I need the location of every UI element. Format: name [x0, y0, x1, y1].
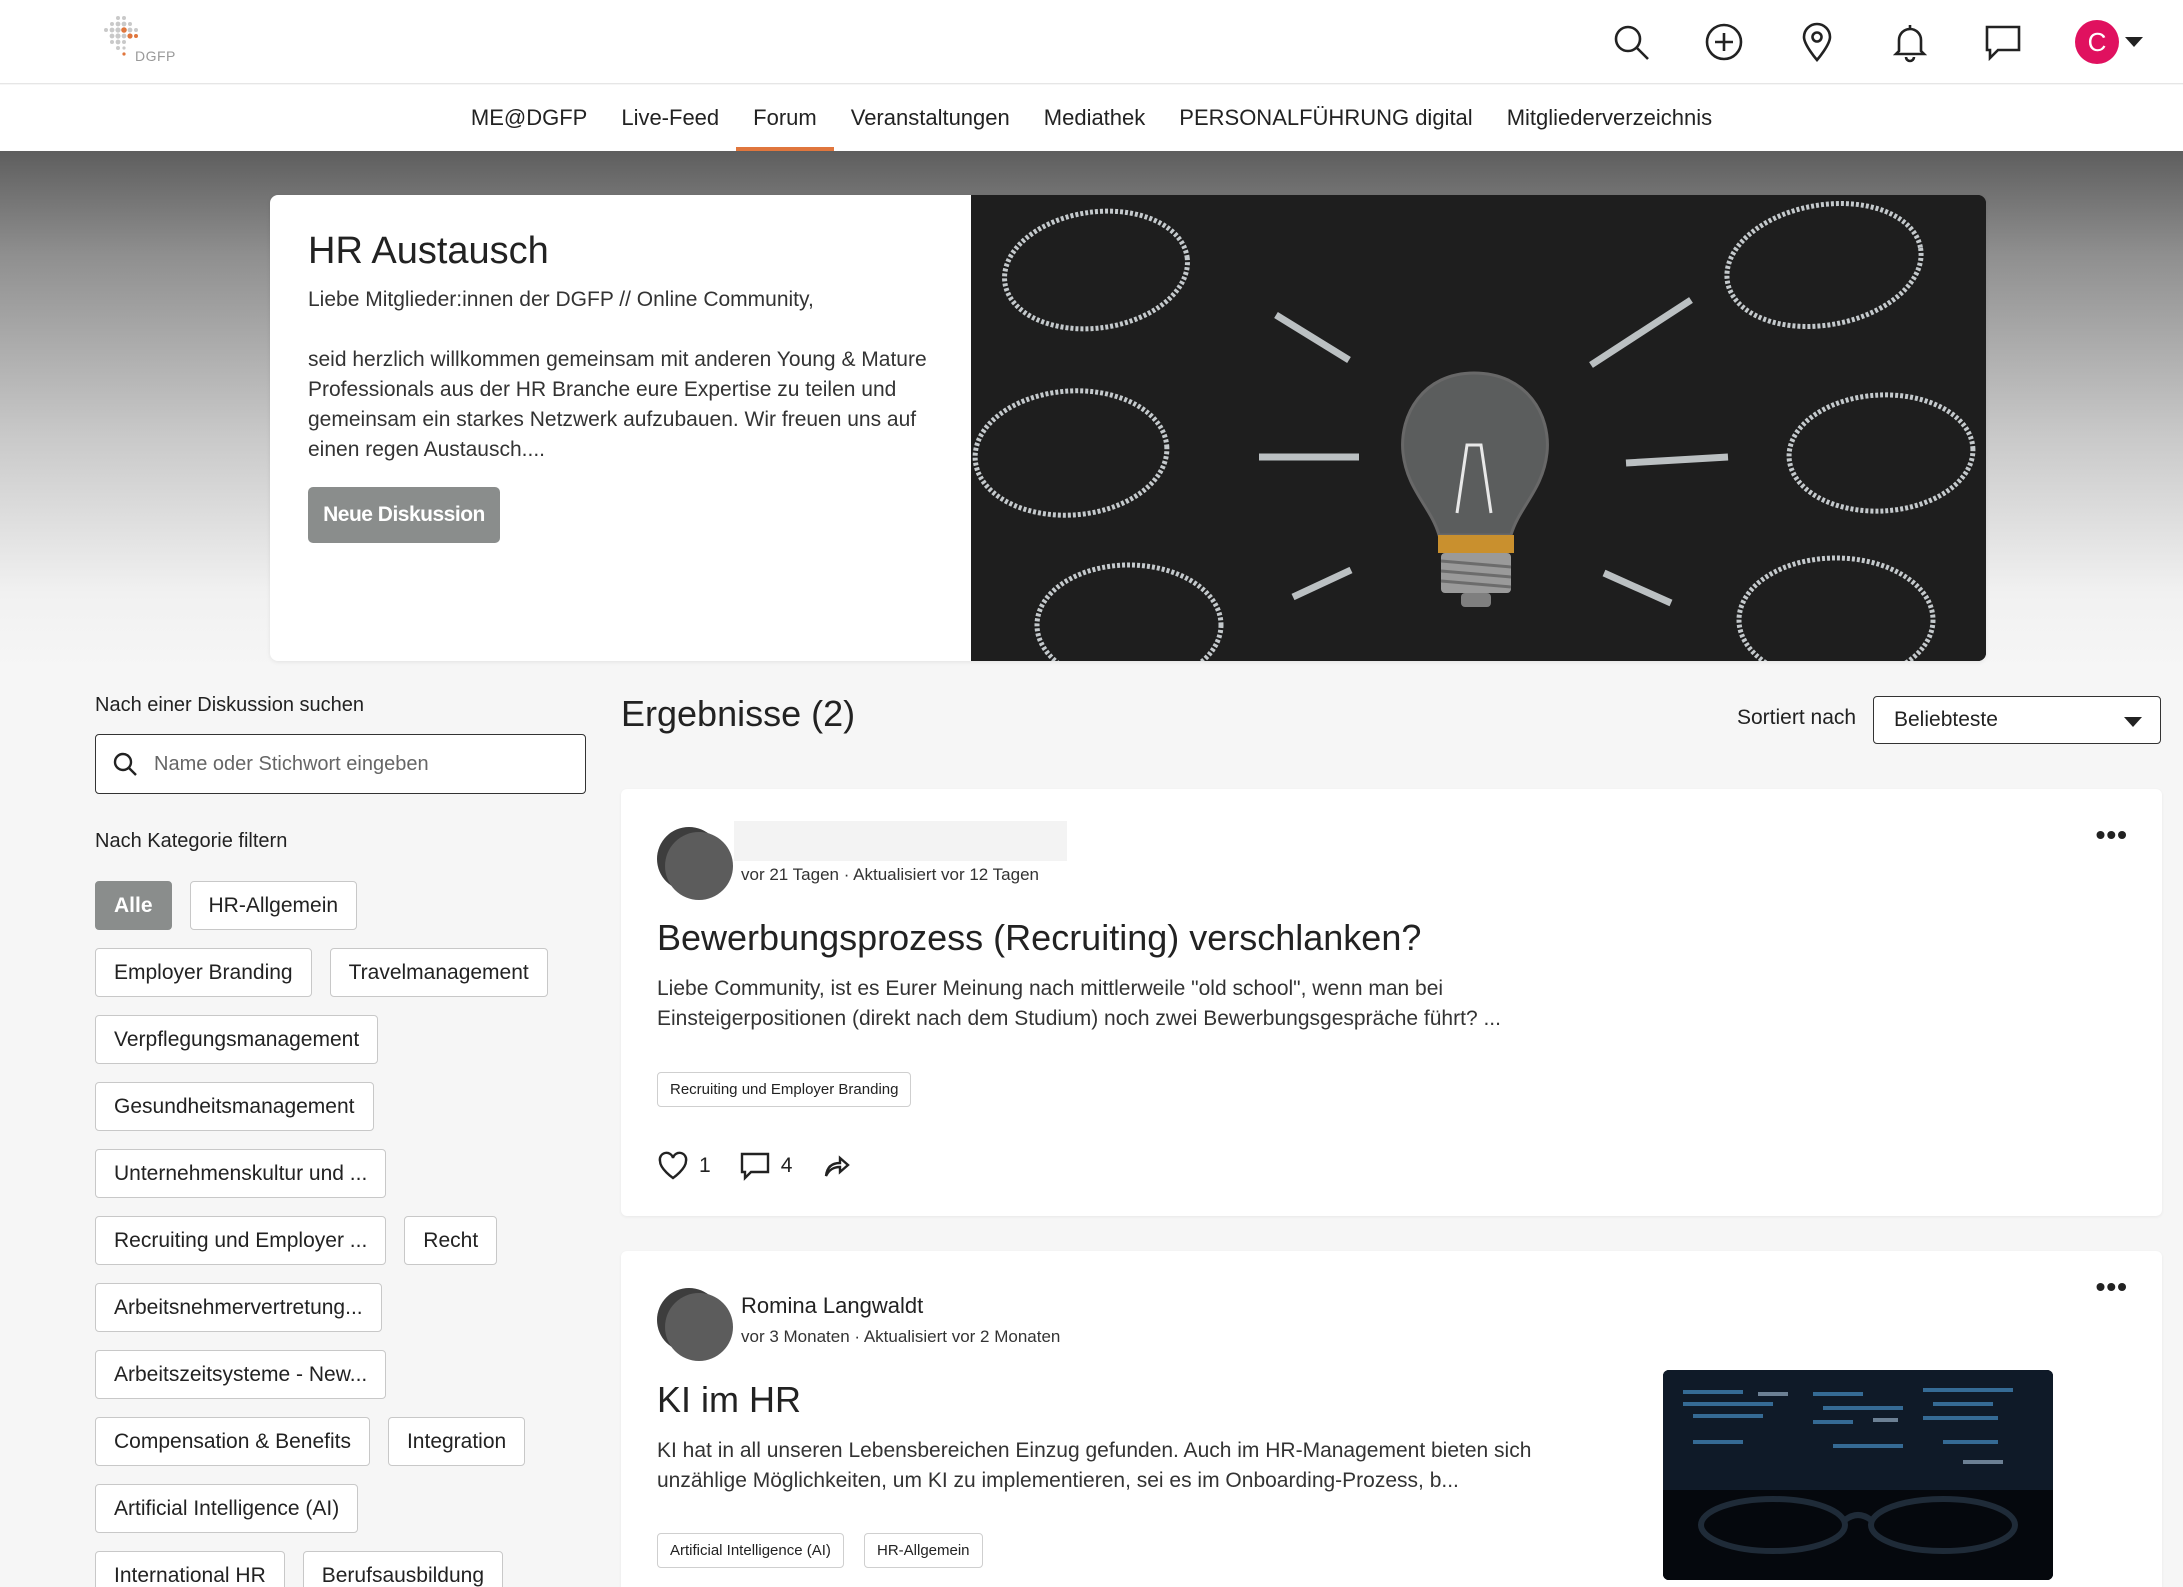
nav-item-mediathek[interactable]: Mediathek [1027, 85, 1163, 151]
sort-label: Sortiert nach [1737, 706, 1857, 729]
discussion-search[interactable] [95, 734, 586, 794]
post-tag[interactable]: HR-Allgemein [864, 1533, 983, 1568]
main-nav: ME@DGFP Live-Feed Forum Veranstaltungen … [0, 85, 2183, 151]
category-filter: Alle HR-Allgemein Employer Branding Trav… [95, 881, 595, 1587]
nav-item-personalfuehrung[interactable]: PERSONALFÜHRUNG digital [1162, 85, 1489, 151]
sort-value: Beliebteste [1894, 708, 1998, 731]
discussion-card[interactable]: vor 21 Tagen · Aktualisiert vor 12 Tagen… [621, 789, 2162, 1216]
chevron-down-icon[interactable] [2125, 37, 2143, 47]
search-icon [113, 752, 137, 776]
search-label: Nach einer Diskussion suchen [95, 694, 365, 716]
more-options-icon[interactable]: ••• [2096, 819, 2128, 851]
category-chip[interactable]: Unternehmenskultur und ... [95, 1149, 387, 1198]
top-bar: DGFP C [0, 0, 2183, 84]
like-button[interactable]: 1 [657, 1150, 711, 1182]
post-meta: vor 3 Monaten · Aktualisiert vor 2 Monat… [741, 1327, 1061, 1346]
category-chip[interactable]: Recruiting und Employer ... [95, 1216, 387, 1265]
new-discussion-button[interactable]: Neue Diskussion [308, 487, 500, 543]
category-chip[interactable]: Integration [387, 1417, 526, 1466]
hero-description: Liebe Mitglieder:innen der DGFP // Onlin… [308, 288, 927, 461]
share-icon [825, 1155, 851, 1177]
category-chip[interactable]: Berufsausbildung [302, 1551, 504, 1587]
nav-item-mitgliederverzeichnis[interactable]: Mitgliederverzeichnis [1490, 85, 1729, 151]
post-meta: vor 21 Tagen · Aktualisiert vor 12 Tagen [741, 865, 1039, 884]
comment-button[interactable]: 4 [739, 1150, 793, 1182]
avatar[interactable] [657, 1288, 733, 1361]
bell-icon[interactable] [1882, 14, 1938, 70]
author-name[interactable] [734, 821, 1067, 861]
category-chip[interactable]: Gesundheitsmanagement [95, 1082, 374, 1131]
post-actions: 1 4 [657, 1150, 880, 1182]
hero-text: HR Austausch Liebe Mitglieder:innen der … [308, 230, 948, 465]
author-name[interactable]: Romina Langwaldt [741, 1293, 923, 1319]
category-chip[interactable]: Recht [404, 1216, 498, 1265]
category-chip[interactable]: International HR [95, 1551, 285, 1587]
nav-item-forum[interactable]: Forum [736, 85, 834, 151]
category-chip[interactable]: Arbeitszeitsysteme - New... [95, 1350, 387, 1399]
post-excerpt: Liebe Community, ist es Eurer Meinung na… [657, 977, 1501, 1030]
lightbulb-chalkboard-image [971, 195, 1986, 661]
category-chip[interactable]: Travelmanagement [329, 948, 548, 997]
search-icon[interactable] [1603, 14, 1659, 70]
post-title[interactable]: Bewerbungsprozess (Recruiting) verschlan… [657, 917, 1421, 959]
category-chip[interactable]: Arbeitsnehmervertretung... [95, 1283, 382, 1332]
nav-item-veranstaltungen[interactable]: Veranstaltungen [834, 85, 1027, 151]
like-count: 1 [699, 1154, 711, 1177]
location-pin-icon[interactable] [1789, 14, 1845, 70]
category-chip[interactable]: Employer Branding [95, 948, 312, 997]
code-screen-glasses-image[interactable] [1663, 1370, 2053, 1580]
category-chip[interactable]: HR-Allgemein [189, 881, 358, 930]
post-tag[interactable]: Artificial Intelligence (AI) [657, 1533, 844, 1568]
post-title[interactable]: KI im HR [657, 1379, 801, 1421]
avatar[interactable]: C [2075, 20, 2119, 64]
chevron-down-icon [2124, 717, 2142, 727]
heart-icon [658, 1151, 688, 1180]
hero-card: HR Austausch Liebe Mitglieder:innen der … [270, 195, 1986, 661]
logo-text: DGFP [135, 48, 176, 64]
comment-icon [740, 1152, 769, 1181]
category-chip[interactable]: Compensation & Benefits [95, 1417, 370, 1466]
post-tag[interactable]: Recruiting und Employer Branding [657, 1072, 912, 1107]
chat-icon[interactable] [1975, 14, 2031, 70]
sort-dropdown[interactable]: Beliebteste [1873, 696, 2161, 744]
comment-count: 4 [780, 1154, 793, 1177]
nav-item-me-dgfp[interactable]: ME@DGFP [454, 85, 604, 151]
top-icons: C [1566, 14, 2143, 70]
category-chip[interactable]: Artificial Intelligence (AI) [95, 1484, 359, 1533]
discussion-card[interactable]: Romina Langwaldt vor 3 Monaten · Aktuali… [621, 1251, 2162, 1587]
category-chip[interactable]: Alle [95, 881, 172, 930]
category-chip[interactable]: Verpflegungsmanagement [95, 1015, 379, 1064]
hero-title: HR Austausch [308, 230, 549, 272]
search-input[interactable] [154, 752, 574, 776]
results-title: Ergebnisse (2) [621, 693, 856, 734]
avatar[interactable] [657, 827, 733, 900]
add-icon[interactable] [1696, 14, 1752, 70]
share-button[interactable] [820, 1150, 852, 1182]
nav-item-live-feed[interactable]: Live-Feed [604, 85, 736, 151]
user-menu[interactable]: C [2075, 20, 2143, 64]
post-excerpt: KI hat in all unseren Lebensbereichen Ei… [657, 1439, 1532, 1492]
more-options-icon[interactable]: ••• [2096, 1271, 2128, 1303]
filter-label: Nach Kategorie filtern [95, 830, 288, 852]
